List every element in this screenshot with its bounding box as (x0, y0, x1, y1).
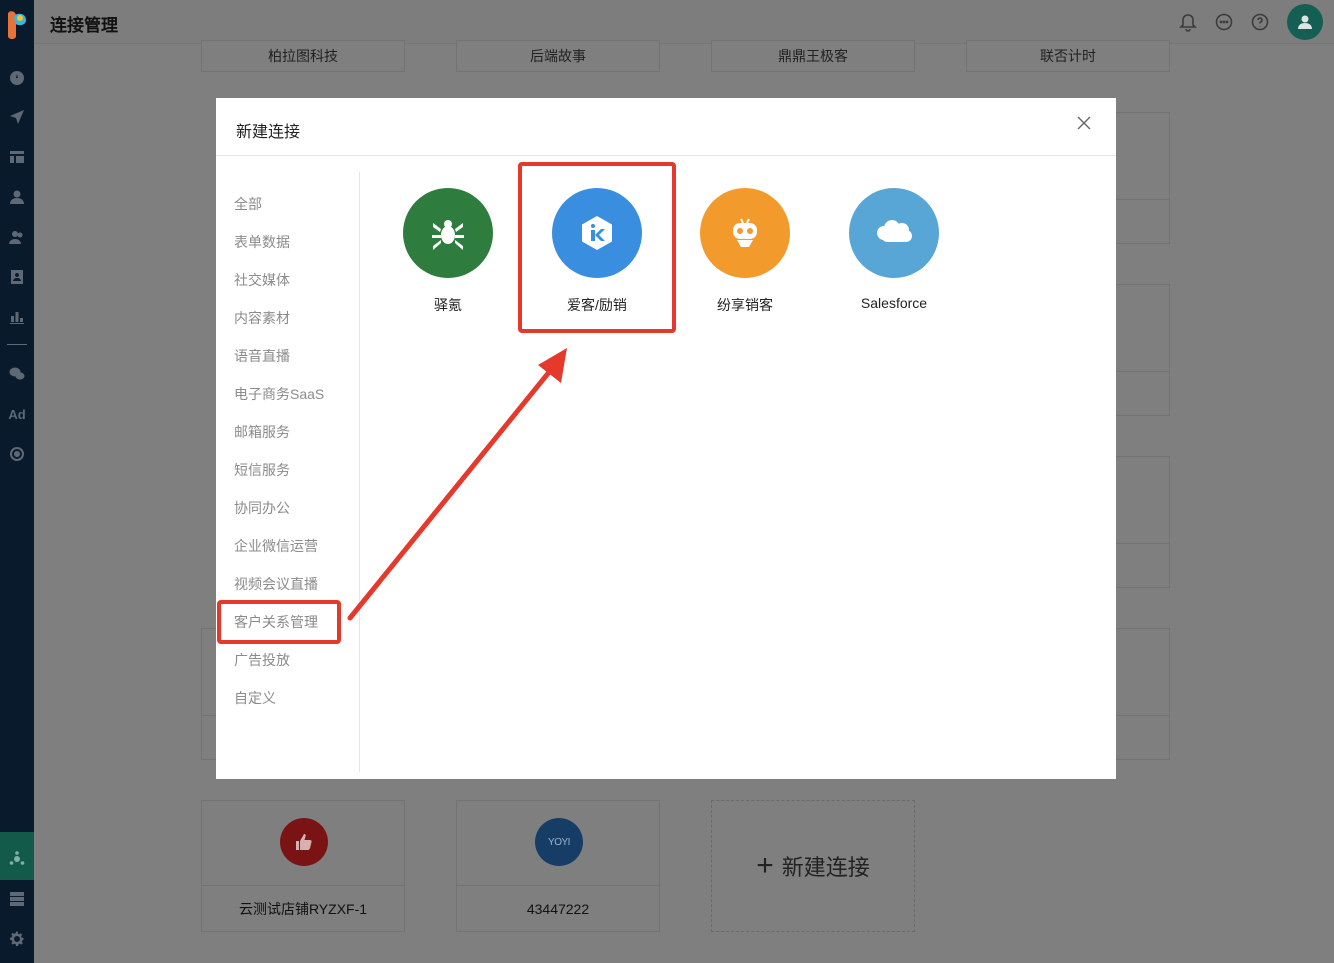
wechat-icon[interactable] (5, 362, 29, 386)
ad-label: Ad (8, 406, 26, 422)
category-item[interactable]: 企业微信运营 (234, 536, 318, 556)
yoyi-logo-icon: YOYI (535, 818, 583, 866)
app-label: 纷享销客 (717, 297, 773, 313)
connection-card[interactable]: 后端故事 (456, 40, 660, 72)
category-item[interactable]: 邮箱服务 (234, 422, 290, 442)
top-bar: 连接管理 (34, 0, 1334, 44)
card-name: 云测试店铺RYZXF-1 (202, 885, 404, 931)
server-icon[interactable] (5, 887, 29, 911)
sidebar-divider (7, 344, 27, 345)
card-name: 43447222 (457, 885, 659, 931)
help-icon[interactable] (1250, 12, 1270, 32)
category-item[interactable]: 协同办公 (234, 498, 290, 518)
new-connection-label: 新建连接 (781, 855, 870, 880)
card-name: 后端故事 (530, 48, 586, 64)
connection-card[interactable]: 联否计时 (966, 40, 1170, 72)
cloud-icon (849, 188, 939, 278)
card-name: 鼎鼎王极客 (778, 48, 848, 64)
category-item[interactable]: 电子商务SaaS (234, 384, 324, 404)
plus-icon: + (756, 849, 774, 882)
app-salesforce[interactable]: Salesforce (839, 188, 949, 311)
modal-title: 新建连接 (236, 124, 301, 141)
thumbs-up-icon (280, 818, 328, 866)
category-highlight-box (217, 600, 341, 644)
modal-header: 新建连接 (216, 98, 1116, 156)
app-label: 驿氪 (434, 297, 462, 313)
yoyi-logo-text: YOYI (548, 836, 570, 848)
connection-card[interactable]: YOYI 43447222 (456, 800, 660, 932)
robot-icon (700, 188, 790, 278)
category-item[interactable]: 视频会议直播 (234, 574, 318, 594)
user-icon[interactable] (5, 185, 29, 209)
users-icon[interactable] (5, 225, 29, 249)
dashboard-icon[interactable] (5, 65, 29, 89)
sidebar: Ad (0, 0, 34, 963)
contacts-icon[interactable] (5, 265, 29, 289)
category-item[interactable]: 自定义 (234, 688, 276, 708)
category-item[interactable]: 语音直播 (234, 346, 290, 366)
ad-icon[interactable]: Ad (5, 402, 29, 426)
spider-icon (403, 188, 493, 278)
new-connection-button[interactable]: + 新建连接 (711, 800, 915, 932)
bell-icon[interactable] (1178, 12, 1198, 32)
connection-card[interactable]: 鼎鼎王极客 (711, 40, 915, 72)
category-item[interactable]: 表单数据 (234, 232, 290, 252)
network-icon[interactable] (5, 847, 29, 871)
avatar[interactable] (1287, 4, 1323, 40)
category-item[interactable]: 广告投放 (234, 650, 290, 670)
page-title: 连接管理 (50, 16, 118, 35)
card-name: 柏拉图科技 (268, 48, 338, 64)
category-item[interactable]: 内容素材 (234, 308, 290, 328)
app-logo-icon (8, 11, 26, 39)
app-label: Salesforce (860, 295, 928, 311)
app-fxiaoke[interactable]: 纷享销客 (690, 188, 800, 315)
connection-card[interactable]: 云测试店铺RYZXF-1 (201, 800, 405, 932)
category-item[interactable]: 全部 (234, 194, 262, 214)
close-icon[interactable] (1074, 113, 1094, 133)
category-list: 全部 表单数据 社交媒体 内容素材 语音直播 电子商务SaaS 邮箱服务 短信服… (216, 172, 360, 772)
app-yike[interactable]: 驿氪 (393, 188, 503, 315)
gear-icon[interactable] (5, 927, 29, 951)
bar-chart-icon[interactable] (5, 305, 29, 329)
category-item[interactable]: 社交媒体 (234, 270, 290, 290)
user-avatar-icon (1298, 15, 1312, 29)
category-item[interactable]: 短信服务 (234, 460, 290, 480)
connection-card[interactable]: 柏拉图科技 (201, 40, 405, 72)
target-icon[interactable] (5, 442, 29, 466)
layout-icon[interactable] (5, 145, 29, 169)
app-highlight-box (518, 162, 676, 333)
card-name: 联否计时 (1040, 48, 1096, 64)
send-icon[interactable] (5, 105, 29, 129)
chat-icon[interactable] (1214, 12, 1234, 32)
